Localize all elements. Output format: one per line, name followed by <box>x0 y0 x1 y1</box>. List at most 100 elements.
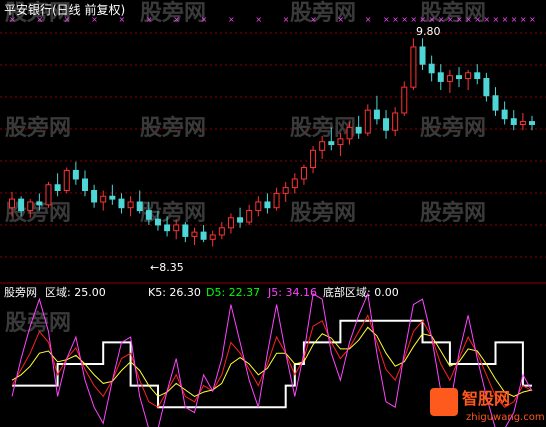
candle-body <box>136 201 143 212</box>
candle-body <box>36 201 43 206</box>
signal-mark: × <box>483 15 490 24</box>
candle-body <box>310 149 317 169</box>
candle-body <box>109 195 116 200</box>
candle-body <box>246 210 253 223</box>
signal-mark: × <box>410 15 417 24</box>
signal-mark: × <box>438 15 445 24</box>
candle-body <box>300 167 307 180</box>
candle-body <box>291 178 298 189</box>
watermark-text: 股旁网 <box>420 115 486 141</box>
low-annotation: ←8.35 <box>150 261 184 274</box>
signal-mark: × <box>447 15 454 24</box>
watermark-text: 股旁网 <box>420 200 486 226</box>
osc-series-line <box>11 326 533 398</box>
candle-body <box>182 224 189 237</box>
signal-mark: × <box>529 15 536 24</box>
candle-body <box>510 118 517 125</box>
candle-body <box>519 121 526 125</box>
candle-body <box>319 141 326 151</box>
signal-mark: × <box>255 15 262 24</box>
candle-body <box>383 118 390 131</box>
signal-mark: × <box>456 15 463 24</box>
logo-url: zhiguwang.com <box>466 412 545 423</box>
candle-body <box>164 224 171 232</box>
j5-label: J5: 34.16 <box>267 286 317 299</box>
chart-title: 平安银行(日线 前复权) <box>4 2 125 17</box>
candle-body <box>346 126 353 140</box>
candle-body <box>282 187 289 194</box>
candle-body <box>492 95 499 111</box>
watermark-text: 股旁网 <box>140 115 206 141</box>
signal-mark: × <box>337 15 344 24</box>
signal-mark: × <box>520 15 527 24</box>
candle-body <box>218 227 225 236</box>
signal-mark: × <box>493 15 500 24</box>
watermark-text: 股旁网 <box>290 0 356 26</box>
candle-body <box>446 75 453 82</box>
candle-body <box>419 46 426 65</box>
logo-text: 智股网 <box>462 389 510 408</box>
candle-body <box>501 109 508 120</box>
candle-body <box>264 201 271 209</box>
candle-body <box>27 201 34 212</box>
logo-icon <box>430 388 458 416</box>
signal-mark: × <box>465 15 472 24</box>
candle-body <box>127 201 134 209</box>
candle-body <box>428 63 435 74</box>
candle-body <box>54 184 61 191</box>
zone-label: 区域: 25.00 <box>45 286 106 299</box>
candle-body <box>483 78 490 97</box>
candle-body <box>72 169 79 180</box>
d5-label: D5: 22.37 <box>206 286 260 299</box>
signal-mark: × <box>283 15 290 24</box>
candle-body <box>191 231 198 237</box>
watermark-text: 股旁网 <box>5 310 71 336</box>
watermark-text: 股旁网 <box>290 115 356 141</box>
candle-body <box>529 121 535 125</box>
candle-body <box>173 224 180 232</box>
signal-mark: × <box>228 15 235 24</box>
candle-body <box>200 231 207 240</box>
osc-name-label: 股旁网 <box>4 285 37 299</box>
candle-body <box>474 72 481 80</box>
signal-mark: × <box>146 15 153 24</box>
signal-mark: × <box>365 15 372 24</box>
candle-body <box>364 109 371 134</box>
watermark-text: 股旁网 <box>290 200 356 226</box>
candle-body <box>273 192 280 209</box>
signal-mark: × <box>420 15 427 24</box>
bottom-zone-label: 底部区域: 0.00 <box>323 285 399 299</box>
signal-mark: × <box>502 15 509 24</box>
candle-body <box>437 72 444 82</box>
candle-body <box>355 126 362 134</box>
signal-mark: × <box>429 15 436 24</box>
signal-mark: × <box>201 15 208 24</box>
candle-body <box>456 75 463 80</box>
candle-body <box>45 184 52 206</box>
candle-body <box>465 72 472 80</box>
candle-body <box>328 141 335 146</box>
high-annotation: 9.80 <box>416 25 441 38</box>
candle-body <box>237 217 244 223</box>
signal-mark: × <box>392 15 399 24</box>
candle-body <box>392 112 399 131</box>
candle-body <box>145 210 152 220</box>
candle-body <box>154 218 161 226</box>
candle-body <box>401 86 408 114</box>
candle-body <box>9 198 15 209</box>
signal-mark: × <box>173 15 180 24</box>
candle-body <box>91 189 98 203</box>
signal-mark: × <box>474 15 481 24</box>
stock-chart: 股旁网 股旁网 股旁网 股旁网股旁网 股旁网 股旁网 股旁网股旁网 股旁网 股旁网 股旁网股旁网 … <box>0 0 546 427</box>
candle-body <box>410 46 417 88</box>
candle-body <box>18 198 25 212</box>
candle-body <box>118 198 125 209</box>
candle-body <box>337 138 344 146</box>
candle-body <box>100 195 107 203</box>
candle-body <box>255 201 262 212</box>
k5-label: K5: 26.30 <box>148 286 201 299</box>
signal-mark: × <box>310 15 317 24</box>
signal-mark: × <box>401 15 408 24</box>
grid <box>0 32 546 284</box>
candle-body <box>81 178 88 191</box>
